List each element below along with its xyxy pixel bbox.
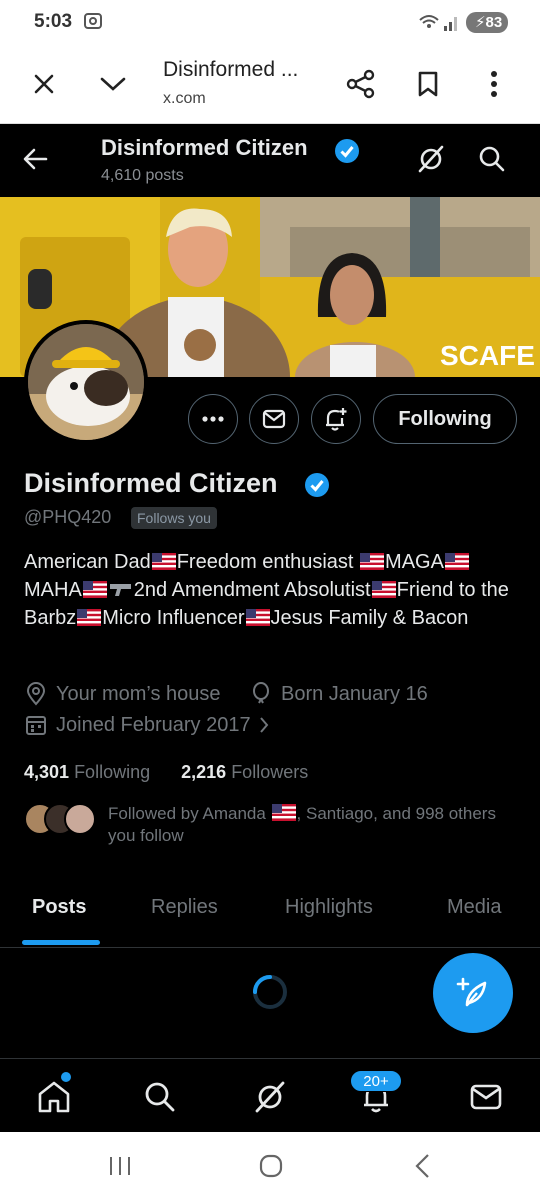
us-flag-icon (360, 553, 385, 570)
notifications-badge: 20+ (350, 1070, 402, 1092)
chevron-right-icon (259, 717, 268, 733)
following-count-link[interactable]: 4,301 Following (24, 762, 150, 782)
bio-text: MAHA (24, 579, 82, 601)
following-label: Following (74, 762, 151, 782)
messages-nav[interactable] (466, 1077, 506, 1117)
share-icon[interactable] (343, 66, 379, 102)
bio-text: 2nd Amendment Absolutist (133, 579, 371, 601)
bell-plus-icon (326, 408, 347, 431)
profile-display-name: Disinformed Citizen (24, 468, 278, 498)
browser-toolbar: Disinformed ... x.com (0, 44, 540, 124)
status-bar: 5:03 ⚡83 (0, 0, 540, 44)
svg-text:SCAFE C: SCAFE C (440, 340, 540, 371)
us-flag-icon (151, 553, 176, 570)
profile-tabs: Posts Replies Highlights Media (0, 878, 540, 948)
back-chevron-icon[interactable] (412, 1153, 432, 1179)
profile-bio: American Dad Freedom enthusiast MAGA MAHA… (24, 548, 519, 632)
grok-icon[interactable] (416, 144, 446, 174)
page-title[interactable]: Disinformed ... (163, 58, 298, 82)
mutual-avatars (24, 803, 96, 837)
followers-label: Followers (231, 762, 309, 782)
followers-count-link[interactable]: 2,216 Followers (181, 762, 308, 782)
header-display-name: Disinformed Citizen (101, 135, 308, 160)
recent-apps-icon[interactable] (108, 1154, 132, 1178)
bio-text: MAGA (385, 551, 444, 573)
us-flag-icon (271, 804, 296, 821)
home-circle-icon[interactable] (259, 1154, 283, 1178)
us-flag-icon (444, 553, 469, 570)
status-time: 5:03 (34, 11, 73, 32)
battery-indicator: ⚡83 (466, 12, 508, 33)
following-button[interactable]: Following (373, 394, 517, 444)
home-nav[interactable] (34, 1077, 74, 1117)
profile-header-bar: Disinformed Citizen 4,610 posts (0, 125, 540, 197)
battery-level: 83 (485, 14, 503, 31)
tab-replies[interactable]: Replies (151, 896, 218, 919)
close-icon[interactable] (26, 66, 62, 102)
more-vertical-icon[interactable] (476, 66, 512, 102)
chevron-down-icon[interactable] (95, 66, 131, 102)
following-count: 4,301 (24, 762, 70, 782)
followed-by-text: Followed by Amanda , Santiago, and 998 o… (108, 803, 508, 847)
calendar-icon (26, 716, 46, 735)
grok-nav[interactable] (250, 1077, 290, 1117)
profile-joined[interactable]: Joined February 2017 (24, 713, 277, 737)
bio-text: American Dad (24, 551, 151, 573)
system-navigation-bar (0, 1132, 540, 1200)
joined-text: Joined February 2017 (56, 713, 251, 736)
compose-post-button[interactable] (433, 953, 513, 1033)
tab-highlights[interactable]: Highlights (285, 896, 373, 919)
avatar (64, 803, 96, 835)
bookmark-icon[interactable] (410, 66, 446, 102)
followed-by-text-a: Followed by Amanda (108, 804, 271, 823)
more-horizontal-icon (202, 416, 224, 422)
header-posts-count: 4,610 posts (101, 167, 184, 184)
page-host[interactable]: x.com (163, 90, 206, 108)
balloon-icon (253, 682, 269, 704)
location-pin-icon (26, 682, 46, 706)
bio-text: Freedom enthusiast (176, 551, 360, 573)
home-unread-dot (61, 1072, 71, 1082)
profile-location: Your mom’s house (24, 682, 221, 706)
bio-text: Micro Influencer (102, 607, 245, 629)
grok-icon (255, 1081, 285, 1113)
us-flag-icon (77, 609, 102, 626)
search-icon[interactable] (478, 145, 506, 173)
verified-badge-icon (305, 473, 329, 497)
location-text: Your mom’s house (56, 682, 221, 705)
subscribe-notifications-button[interactable] (311, 394, 361, 444)
verified-badge-icon (335, 139, 359, 163)
tab-media[interactable]: Media (447, 896, 501, 919)
us-flag-icon (245, 609, 270, 626)
followers-count: 2,216 (181, 762, 227, 782)
bottom-navigation (0, 1058, 540, 1132)
us-flag-icon (371, 581, 396, 598)
bio-text: Jesus Family & Bacon (270, 607, 469, 629)
more-options-button[interactable] (188, 394, 238, 444)
follow-counts: 4,301 Following 2,216 Followers (24, 762, 308, 783)
message-button[interactable] (249, 394, 299, 444)
envelope-icon (470, 1084, 502, 1110)
tab-posts[interactable]: Posts (32, 896, 86, 919)
profile-birthday: Born January 16 (249, 682, 428, 706)
birthday-text: Born January 16 (281, 682, 428, 705)
back-arrow-icon[interactable] (20, 143, 52, 175)
search-icon (145, 1082, 175, 1112)
profile-handle: @PHQ420 (24, 507, 112, 527)
signal-icon (419, 15, 457, 31)
screenshot-icon (84, 13, 102, 29)
search-nav[interactable] (140, 1077, 180, 1117)
envelope-icon (262, 409, 286, 429)
feather-plus-icon (456, 977, 487, 1007)
active-tab-indicator (22, 940, 100, 945)
loading-spinner-icon (253, 975, 287, 1009)
us-flag-icon (82, 581, 107, 598)
pistol-icon (109, 584, 131, 596)
profile-avatar[interactable] (24, 320, 148, 444)
follows-you-badge: Follows you (131, 507, 217, 529)
home-icon (38, 1081, 70, 1113)
